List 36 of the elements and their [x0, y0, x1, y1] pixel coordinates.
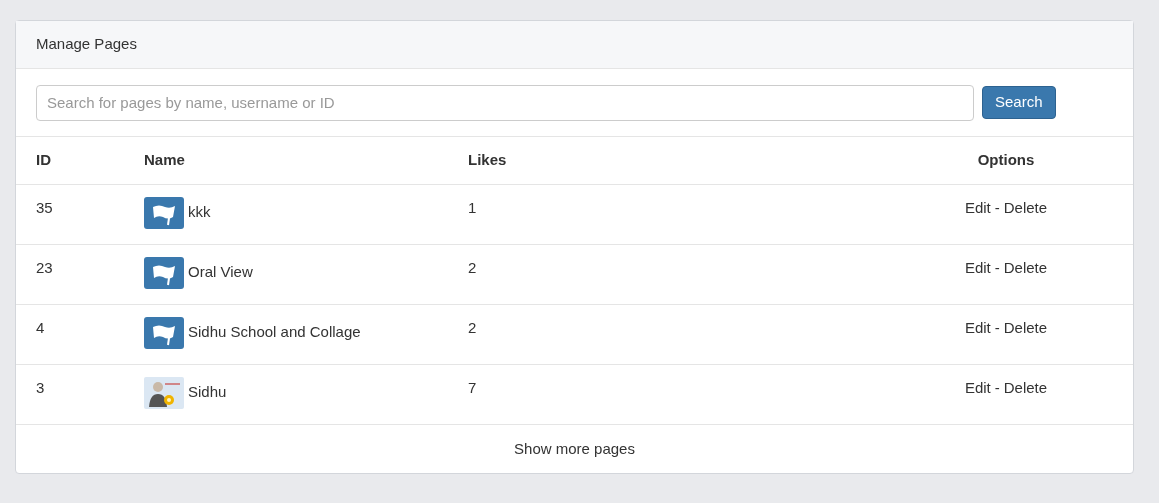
flag-icon [144, 317, 184, 349]
search-button[interactable]: Search [982, 86, 1056, 119]
likes-cell-text: 2 [468, 258, 478, 278]
id-cell-text: 35 [36, 198, 54, 218]
column-header: Name [144, 150, 186, 171]
delete-link[interactable]: Delete [1003, 377, 1048, 400]
separator-text: - [994, 318, 1000, 338]
page-name: Sidhu School and Collage [188, 322, 361, 342]
flag-icon [144, 197, 184, 229]
likes-cell-text: 7 [468, 378, 478, 398]
id-cell-text: 3 [36, 378, 46, 398]
id-cell-text: 23 [36, 258, 54, 278]
id-cell-text: 4 [36, 318, 46, 338]
column-header: Options [977, 150, 1035, 171]
flag-icon [144, 257, 184, 289]
likes-cell-text: 1 [468, 198, 478, 218]
delete-link[interactable]: Delete [1003, 317, 1048, 340]
edit-link[interactable]: Edit [964, 197, 991, 220]
likes-cell-text: 2 [468, 318, 478, 338]
search-field[interactable]: Search for pages by name, username or ID [36, 84, 974, 121]
user-gear-icon [144, 377, 184, 409]
page-name: Sidhu [188, 382, 227, 402]
separator-text: - [994, 378, 1000, 398]
edit-link[interactable]: Edit [964, 317, 991, 340]
page-name: Oral View [188, 262, 253, 282]
separator-text: - [994, 198, 1000, 218]
delete-link[interactable]: Delete [1003, 197, 1048, 220]
separator-text: - [994, 258, 1000, 278]
panel-title: Manage Pages [36, 34, 137, 55]
show-more-link[interactable]: Show more pages [514, 437, 635, 461]
edit-link[interactable]: Edit [964, 377, 991, 400]
column-header: Likes [468, 150, 508, 171]
edit-link[interactable]: Edit [964, 257, 991, 280]
column-header: ID [36, 150, 52, 171]
delete-link[interactable]: Delete [1003, 257, 1048, 280]
page-name: kkk [188, 202, 211, 222]
